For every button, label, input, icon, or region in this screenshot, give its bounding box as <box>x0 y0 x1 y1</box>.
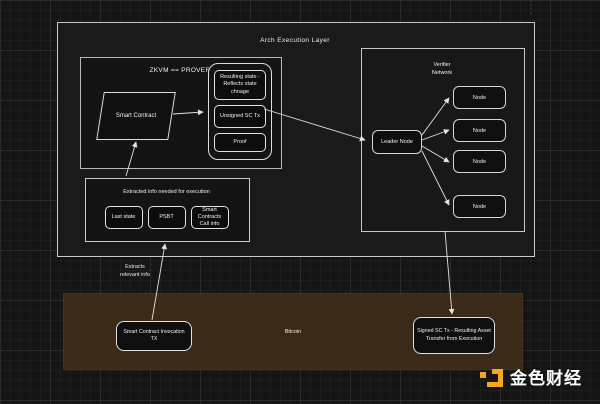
resulting-state-node: Resulting state - Reflects state chnage <box>214 70 266 100</box>
smart-contract-node: Smart Contract <box>96 92 176 140</box>
jinse-logo-icon <box>480 368 504 389</box>
jinse-logo-text: 金色财经 <box>510 370 582 387</box>
extracted-info-items: Last state PSBT Smart Contracts Call inf… <box>85 206 248 229</box>
verifier-node-1: Node <box>453 86 506 109</box>
jinse-finance-logo: 金色财经 <box>480 368 582 389</box>
signed-sc-tx-node: Signed SC Tx - Resulting Asset Transfer … <box>413 317 495 354</box>
proof-node: Proof <box>214 133 266 152</box>
verifier-network-title-text: Verifier Network <box>423 62 461 77</box>
prover-outputs-group: Resulting state - Reflects state chnage … <box>208 63 272 160</box>
verifier-node-2: Node <box>453 119 506 142</box>
extracted-info-title: Extracted info needed for execution <box>85 189 248 195</box>
unsigned-sc-tx-node: Unsigned SC Tx <box>214 105 266 128</box>
psbt-node: PSBT <box>148 206 186 229</box>
smart-contract-invocation-tx-node: Smart Contract Invocation TX <box>116 321 192 351</box>
verifier-node-3: Node <box>453 150 506 173</box>
smart-contracts-call-info-node: Smart Contracts Call info <box>191 206 229 229</box>
last-state-node: Last state <box>105 206 143 229</box>
verifier-node-4: Node <box>453 195 506 218</box>
extracts-relevant-info-note: Extracts relevant info <box>120 263 150 280</box>
arch-execution-layer-title: Arch Execution Layer <box>57 37 533 44</box>
smart-contract-label: Smart Contract <box>101 93 171 139</box>
diagram-canvas: Arch Execution Layer ZKVM == PROVER Smar… <box>0 0 600 404</box>
verifier-network-title: Verifier Network <box>361 62 523 77</box>
leader-node: Leader Node <box>372 130 422 154</box>
